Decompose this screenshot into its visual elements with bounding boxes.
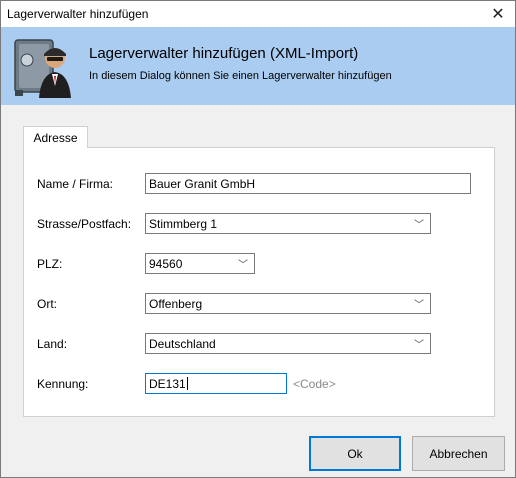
plz-value: 94560 — [149, 257, 183, 271]
plz-combobox[interactable]: 94560 ﹀ — [145, 253, 255, 274]
street-value: Stimmberg 1 — [149, 217, 218, 231]
vault-agent-icon — [14, 39, 71, 98]
street-combobox[interactable]: Stimmberg 1 ﹀ — [145, 213, 431, 234]
city-combobox[interactable]: Offenberg ﹀ — [145, 293, 431, 314]
city-value: Offenberg — [149, 297, 203, 311]
chevron-down-icon: ﹀ — [414, 340, 424, 351]
header-title: Lagerverwalter hinzufügen (XML-Import) — [89, 45, 359, 62]
plz-label: PLZ: — [37, 257, 63, 271]
name-label: Name / Firma: — [37, 177, 114, 191]
chevron-down-icon: ﹀ — [238, 260, 248, 271]
country-value: Deutschland — [149, 337, 216, 351]
kennung-input[interactable]: DE131 — [145, 373, 287, 394]
city-label: Ort: — [37, 297, 57, 311]
ok-button[interactable]: Ok — [309, 436, 401, 471]
close-button[interactable]: ✕ — [481, 1, 515, 27]
name-value: Bauer Granit GmbH — [149, 177, 256, 191]
country-combobox[interactable]: Deutschland ﹀ — [145, 333, 431, 354]
text-caret — [186, 377, 188, 390]
chevron-down-icon: ﹀ — [414, 300, 424, 311]
header-subtitle: In diesem Dialog können Sie einen Lagerv… — [89, 70, 392, 82]
kennung-value: DE131 — [149, 377, 186, 391]
title-bar: Lagerverwalter hinzufügen ✕ — [1, 1, 515, 27]
tab-adresse[interactable]: Adresse — [23, 126, 88, 148]
window-title: Lagerverwalter hinzufügen — [7, 7, 149, 21]
kennung-code-hint: <Code> — [293, 377, 336, 391]
dialog-window: Lagerverwalter hinzufügen ✕ Lagerverwalt… — [0, 0, 516, 478]
kennung-label: Kennung: — [37, 377, 89, 391]
street-label: Strasse/Postfach: — [37, 217, 132, 231]
dialog-header: Lagerverwalter hinzufügen (XML-Import) I… — [1, 27, 515, 105]
cancel-button[interactable]: Abbrechen — [412, 436, 505, 471]
chevron-down-icon: ﹀ — [414, 220, 424, 231]
close-icon: ✕ — [491, 6, 505, 23]
name-field[interactable]: Bauer Granit GmbH — [145, 173, 471, 194]
country-label: Land: — [37, 337, 68, 351]
